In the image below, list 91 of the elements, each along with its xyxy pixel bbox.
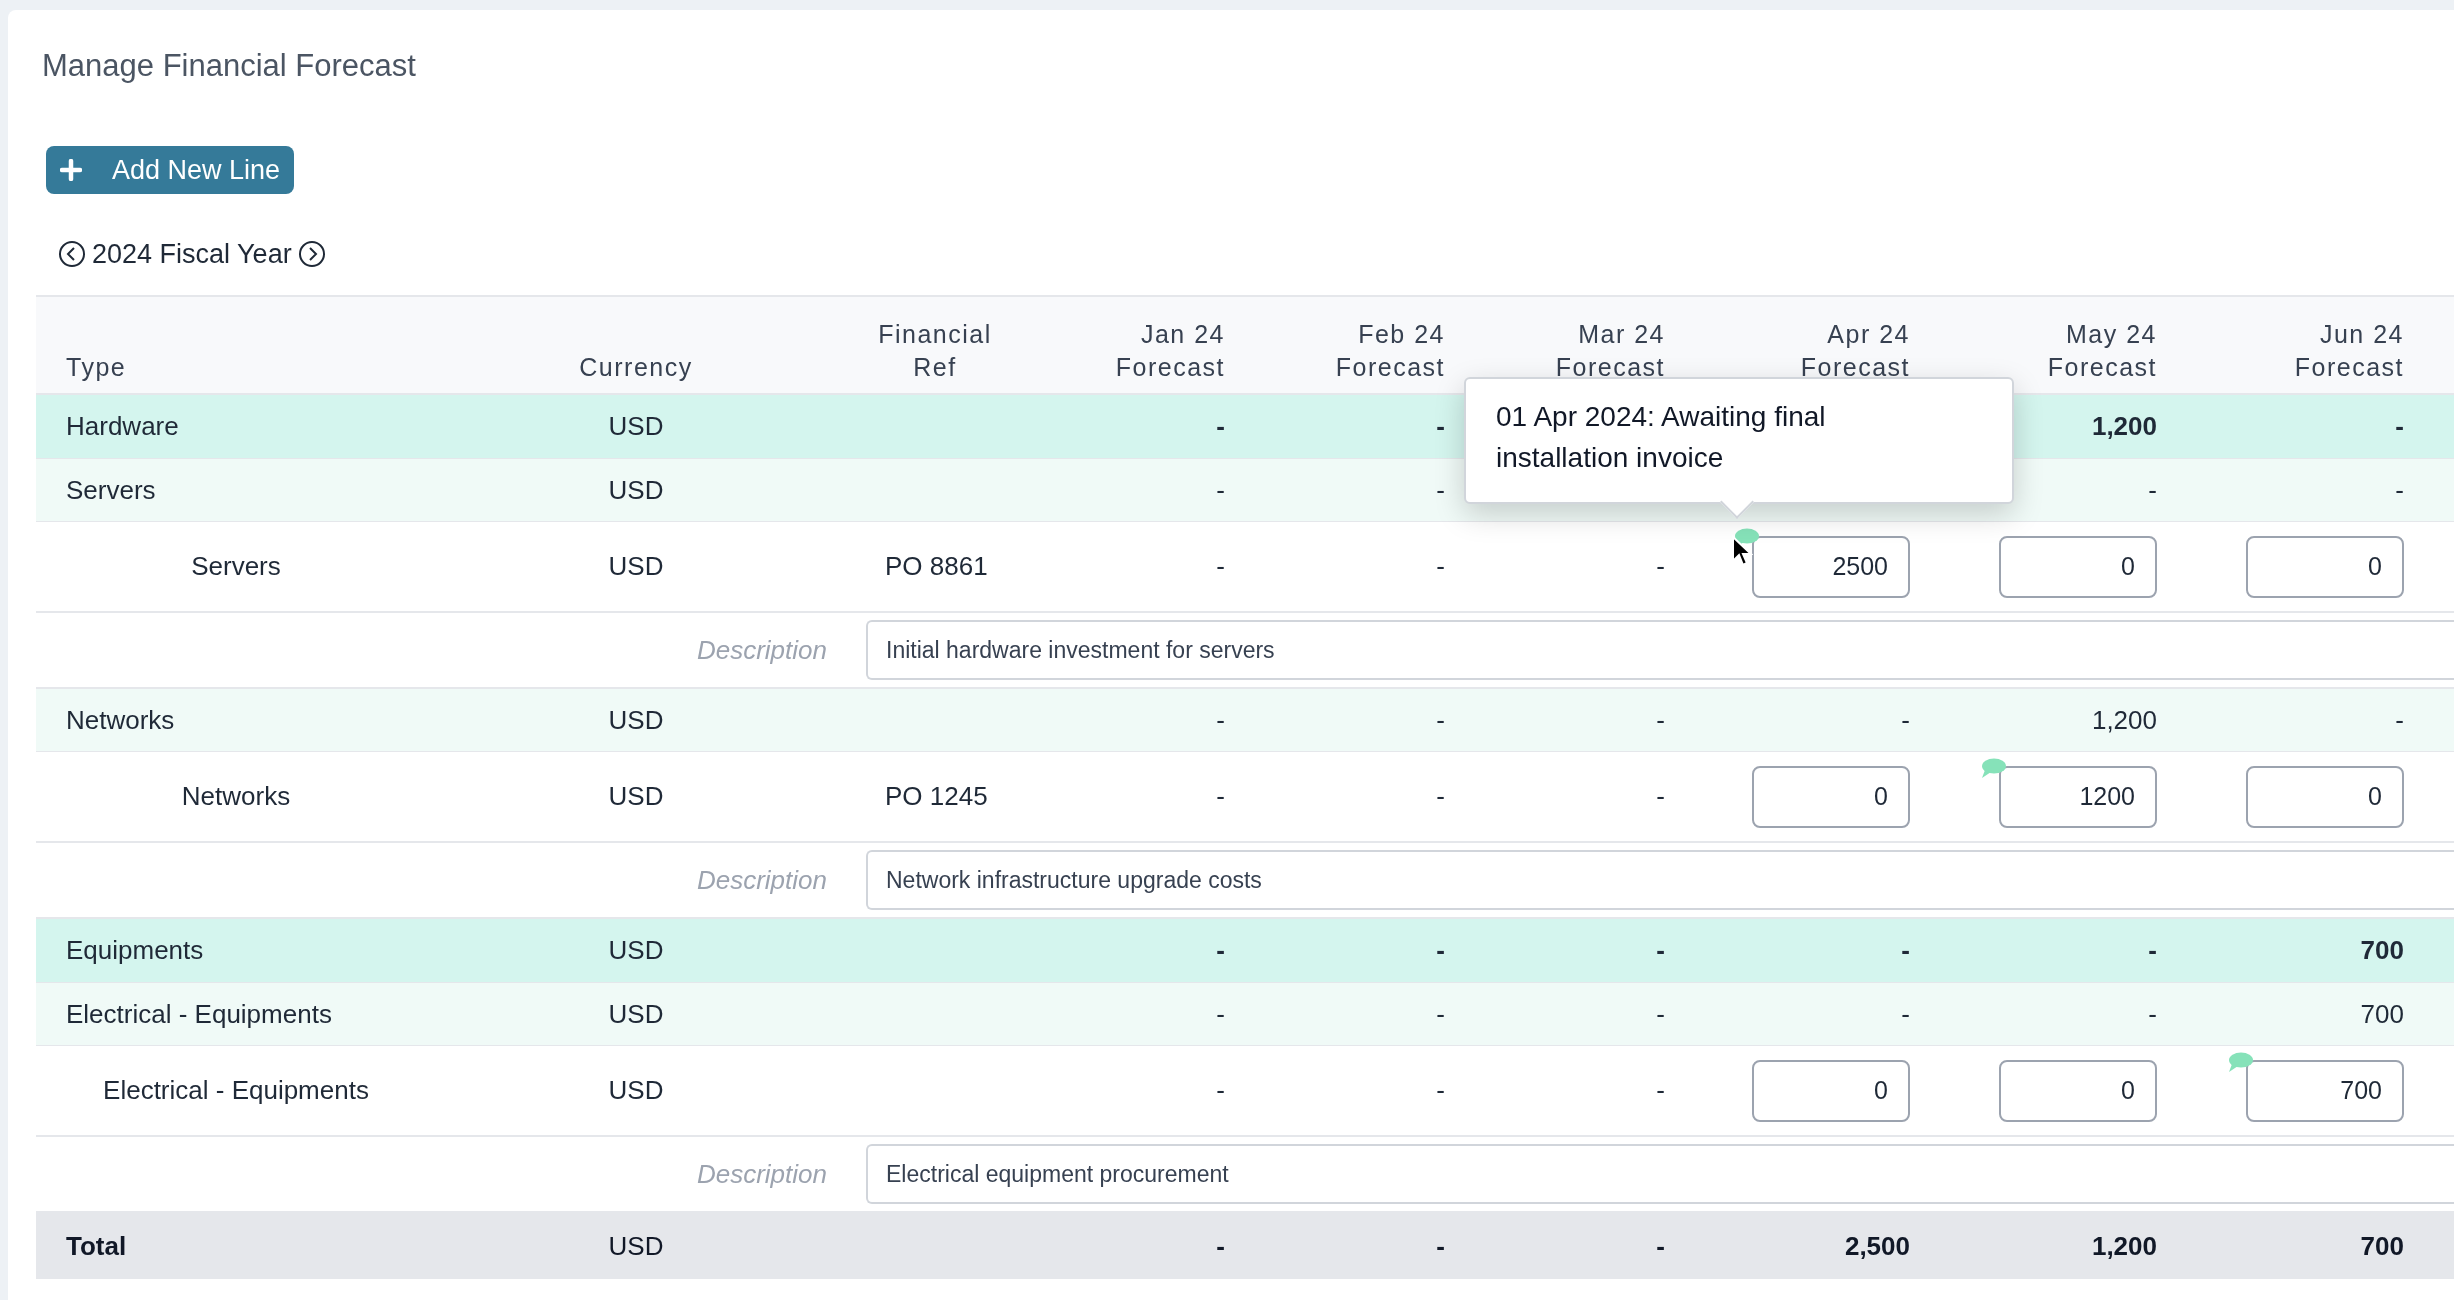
currency-text: USD xyxy=(608,1229,664,1263)
previous-icon[interactable] xyxy=(58,240,86,268)
forecast-input[interactable]: 0 xyxy=(2246,535,2404,598)
amount-text: - xyxy=(2148,473,2157,507)
amount-text: - xyxy=(1901,934,1910,967)
column-header: Financial Ref xyxy=(877,318,993,384)
amount-text: - xyxy=(1656,1074,1665,1107)
amount-text: - xyxy=(2148,934,2157,967)
amount-text: 2,500 xyxy=(1844,1229,1910,1263)
currency-text: USD xyxy=(608,473,664,507)
forecast-input[interactable]: 0 xyxy=(1999,1059,2157,1122)
amount-text: - xyxy=(1216,410,1225,443)
forecast-input[interactable]: 0 xyxy=(1752,1059,1910,1122)
amount-text: - xyxy=(1436,1074,1445,1107)
amount-text: - xyxy=(1436,997,1445,1031)
amount-text: 700 xyxy=(2360,1229,2404,1263)
amount-text: - xyxy=(2148,997,2157,1031)
amount-text: - xyxy=(2395,703,2404,737)
description-field[interactable]: Electrical equipment procurement xyxy=(866,1144,2454,1204)
amount-text: 1,200 xyxy=(2091,703,2157,737)
fiscal-year-label: 2024 Fiscal Year xyxy=(92,237,292,271)
description-field[interactable]: Network infrastructure upgrade costs xyxy=(866,850,2454,910)
forecast-input[interactable]: 700 xyxy=(2246,1059,2404,1122)
type-text: Networks xyxy=(66,703,175,737)
amount-text: - xyxy=(1436,934,1445,967)
type-text: Electrical - Equipments xyxy=(103,1074,369,1107)
type-text: Equipments xyxy=(66,934,204,967)
description-label: Description xyxy=(695,1157,827,1191)
type-text: Electrical - Equipments xyxy=(66,997,332,1031)
amount-text: - xyxy=(1901,703,1910,737)
currency-text: USD xyxy=(608,550,664,583)
amount-text: - xyxy=(1656,550,1665,583)
amount-text: 1,200 xyxy=(2091,1229,2157,1263)
amount-text: - xyxy=(1656,703,1665,737)
currency-text: USD xyxy=(608,934,664,967)
next-icon[interactable] xyxy=(297,240,326,268)
amount-text: - xyxy=(1216,934,1225,967)
amount-text: 700 xyxy=(2360,934,2404,967)
amount-text: - xyxy=(1216,1229,1225,1263)
type-text: Servers xyxy=(191,550,281,583)
financial-ref-text: PO 1245 xyxy=(885,780,988,813)
add-new-line-button[interactable]: Add New Line xyxy=(46,146,295,194)
description-field[interactable]: Initial hardware investment for servers xyxy=(866,620,2454,680)
page-title: Manage Financial Forecast xyxy=(42,50,417,81)
type-text: Hardware xyxy=(66,410,179,443)
currency-text: USD xyxy=(608,780,664,813)
forecast-input[interactable]: 0 xyxy=(1752,765,1910,828)
amount-text: - xyxy=(2395,473,2404,507)
type-text: Servers xyxy=(66,473,156,507)
plus-icon xyxy=(60,159,82,181)
column-header: Jan 24 Forecast xyxy=(1115,318,1225,384)
column-header: Type xyxy=(66,352,127,384)
amount-text: - xyxy=(1216,550,1225,583)
cursor-icon xyxy=(1731,535,1753,567)
amount-text: - xyxy=(2395,410,2404,443)
description-label: Description xyxy=(695,633,827,667)
amount-text: - xyxy=(1436,473,1445,507)
currency-text: USD xyxy=(608,410,664,443)
amount-text: - xyxy=(1436,703,1445,737)
amount-text: - xyxy=(1656,1229,1665,1263)
type-text: Networks xyxy=(181,780,291,813)
amount-text: - xyxy=(1436,1229,1445,1263)
forecast-input[interactable]: 0 xyxy=(2246,765,2404,828)
amount-text: - xyxy=(1436,550,1445,583)
column-header: May 24 Forecast xyxy=(2047,318,2157,384)
column-header: Jun 24 Forecast xyxy=(2294,318,2404,384)
amount-text: - xyxy=(1216,997,1225,1031)
amount-text: - xyxy=(1216,703,1225,737)
amount-text: - xyxy=(1216,780,1225,813)
amount-text: - xyxy=(1216,473,1225,507)
tooltip: 01 Apr 2024: Awaiting final installation invoice xyxy=(1464,377,2014,504)
amount-text: - xyxy=(1656,934,1665,967)
currency-text: USD xyxy=(608,1074,664,1107)
forecast-input[interactable]: 2500 xyxy=(1752,535,1910,598)
currency-text: USD xyxy=(608,703,664,737)
amount-text: 700 xyxy=(2360,997,2404,1031)
amount-text: - xyxy=(1901,997,1910,1031)
description-label: Description xyxy=(695,863,827,897)
column-header: Currency xyxy=(579,352,693,384)
forecast-input[interactable]: 1200 xyxy=(1999,765,2157,828)
financial-ref-text: PO 8861 xyxy=(885,550,988,583)
amount-text: - xyxy=(1656,780,1665,813)
amount-text: - xyxy=(1656,997,1665,1031)
currency-text: USD xyxy=(608,997,664,1031)
type-text: Total xyxy=(66,1229,127,1263)
amount-text: - xyxy=(1436,410,1445,443)
amount-text: - xyxy=(1216,1074,1225,1107)
amount-text: 1,200 xyxy=(2091,410,2157,443)
column-header: Feb 24 Forecast xyxy=(1335,318,1445,384)
amount-text: - xyxy=(1436,780,1445,813)
forecast-input[interactable]: 0 xyxy=(1999,535,2157,598)
